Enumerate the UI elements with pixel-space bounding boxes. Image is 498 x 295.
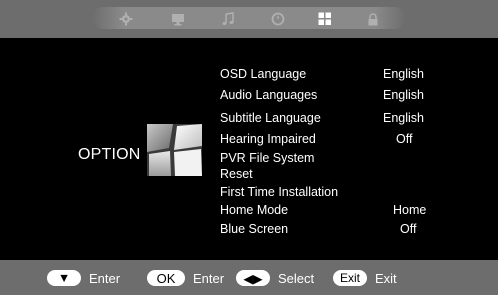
menu-item-first-time-installation[interactable]: First Time Installation xyxy=(220,185,338,200)
hint-down-label: Enter xyxy=(89,270,121,286)
hint-exit: Exit Exit xyxy=(333,270,397,286)
tab-icon-strip xyxy=(92,7,406,29)
menu-item-subtitle-language[interactable]: Subtitle Language xyxy=(220,111,321,126)
down-key-icon[interactable]: ▼ xyxy=(47,270,81,286)
tv-settings-screen: OPTION OSD Language English Audio Langua… xyxy=(0,0,498,295)
option-tile-icon xyxy=(147,124,202,176)
option-grid-icon[interactable] xyxy=(315,11,335,27)
menu-value-hearing-impaired: Off xyxy=(396,132,413,146)
exit-key-icon[interactable]: Exit xyxy=(333,270,367,286)
music-note-icon[interactable] xyxy=(218,11,238,27)
menu-value-audio-languages: English xyxy=(383,88,424,102)
hint-ok-enter: OK Enter xyxy=(147,270,224,286)
hint-down-enter: ▼ Enter xyxy=(47,270,120,286)
section-title: OPTION xyxy=(78,146,141,163)
ok-key-icon[interactable]: OK xyxy=(147,270,185,286)
gear-icon[interactable] xyxy=(116,11,136,27)
menu-value-subtitle-language: English xyxy=(383,111,424,125)
menu-value-blue-screen: Off xyxy=(400,222,417,236)
menu-value-home-mode: Home xyxy=(393,203,427,217)
hint-ok-label: Enter xyxy=(193,270,225,286)
lock-icon[interactable] xyxy=(363,11,383,27)
menu-value-osd-language: English xyxy=(383,67,424,81)
menu-tab-bar xyxy=(0,0,498,38)
clock-icon[interactable] xyxy=(268,11,288,27)
hint-exit-label: Exit xyxy=(375,270,397,286)
menu-item-reset[interactable]: Reset xyxy=(220,167,253,182)
menu-item-home-mode[interactable]: Home Mode xyxy=(220,203,288,218)
menu-item-pvr-file-system[interactable]: PVR File System xyxy=(220,151,314,166)
key-hint-bar: ▼ Enter OK Enter ◀▶ Select Exit Exit xyxy=(0,260,498,295)
hint-left-right-select: ◀▶ Select xyxy=(236,270,314,286)
left-right-key-icon[interactable]: ◀▶ xyxy=(236,270,270,286)
menu-item-osd-language[interactable]: OSD Language xyxy=(220,67,306,82)
menu-item-audio-languages[interactable]: Audio Languages xyxy=(220,88,317,103)
menu-item-blue-screen[interactable]: Blue Screen xyxy=(220,222,288,237)
hint-select-label: Select xyxy=(278,270,315,286)
monitor-icon[interactable] xyxy=(168,11,188,27)
menu-item-hearing-impaired[interactable]: Hearing Impaired xyxy=(220,132,316,147)
